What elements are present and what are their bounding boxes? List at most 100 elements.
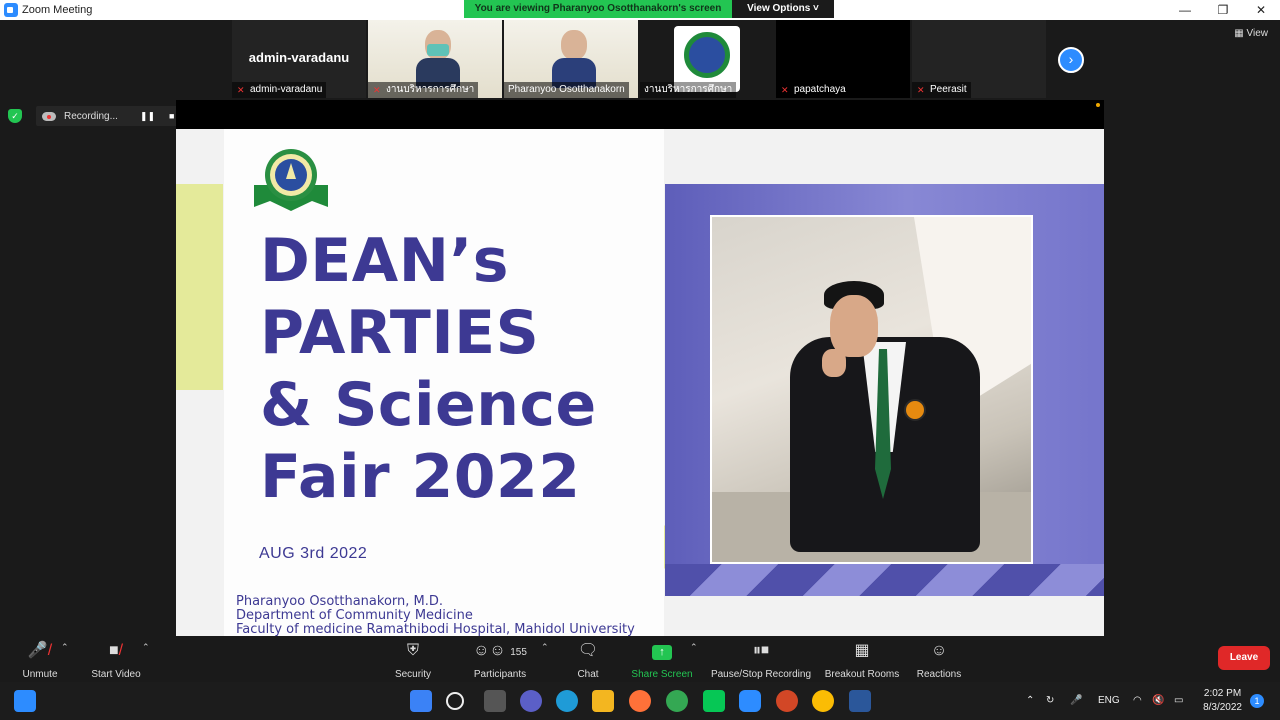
slide-heading-line: & Science bbox=[260, 370, 597, 440]
windows-start-icon[interactable] bbox=[410, 690, 432, 712]
audio-options-chevron-icon[interactable]: ⌃ bbox=[61, 642, 69, 653]
participant-tile[interactable]: ✕ Peerasit bbox=[912, 20, 1046, 98]
slide-accent-bar bbox=[176, 184, 223, 390]
chat-bubble-icon: 🗨 bbox=[577, 642, 599, 659]
stop-recording-button[interactable]: ■ bbox=[169, 111, 174, 121]
zoom-logo-icon bbox=[4, 3, 18, 17]
participant-name-label: Pharanyoo Osotthanakorn bbox=[504, 82, 629, 98]
share-indicator-dot bbox=[1096, 103, 1100, 107]
cloud-recording-icon bbox=[42, 111, 56, 121]
meeting-controls: 🎤/ Unmute ⌃ ■/ Start Video ⌃ ⛨ Security … bbox=[0, 636, 1280, 682]
chrome-profile-icon[interactable] bbox=[812, 690, 834, 712]
word-icon[interactable] bbox=[849, 690, 871, 712]
next-page-chevron-icon[interactable]: › bbox=[1058, 47, 1084, 73]
search-icon[interactable] bbox=[446, 692, 464, 710]
participants-button[interactable]: ☺☺ 155 Participants bbox=[460, 640, 540, 680]
taskbar-clock[interactable]: 2:02 PM 8/3/2022 bbox=[1203, 687, 1242, 715]
participant-name-label: ✕ งานบริหารการศึกษา bbox=[368, 82, 479, 98]
view-button[interactable]: ▦ View bbox=[1234, 28, 1268, 39]
wifi-icon[interactable]: ◠ bbox=[1133, 682, 1142, 720]
shared-slide: DEAN’s PARTIES & Science Fair 2022 AUG 3… bbox=[176, 129, 1104, 636]
recording-label: Recording... bbox=[64, 110, 118, 122]
firefox-icon[interactable] bbox=[629, 690, 651, 712]
teams-chat-icon[interactable] bbox=[520, 690, 542, 712]
viewing-message: You are viewing Pharanyoo Osotthanakorn'… bbox=[464, 0, 732, 18]
slide-heading-line: DEAN’s bbox=[260, 226, 509, 296]
participants-icon: ☺☺ 155 bbox=[473, 642, 527, 659]
participant-tile[interactable]: ✕ งานบริหารการศึกษา bbox=[368, 20, 502, 98]
notification-badge[interactable]: 1 bbox=[1250, 694, 1264, 708]
breakout-rooms-button[interactable]: ▦ Breakout Rooms bbox=[820, 640, 904, 680]
slide-heading-line: PARTIES bbox=[260, 298, 540, 368]
tray-app-icon[interactable]: ↻ bbox=[1046, 682, 1054, 720]
participant-tile[interactable]: งานบริหารการศึกษา bbox=[640, 20, 774, 98]
muted-mic-icon: ✕ bbox=[781, 85, 789, 95]
tray-chevron-icon[interactable]: ⌃ bbox=[1026, 682, 1034, 720]
recording-bar: ✓ Recording... ❚❚ ■ bbox=[8, 106, 181, 126]
line-app-icon[interactable] bbox=[703, 690, 725, 712]
participant-name-label: ✕ admin-varadanu bbox=[232, 82, 327, 98]
video-options-chevron-icon[interactable]: ⌃ bbox=[142, 642, 150, 653]
recording-indicator: Recording... ❚❚ ■ bbox=[36, 106, 181, 126]
close-button[interactable]: ✕ bbox=[1242, 0, 1280, 20]
zoom-taskbar-icon[interactable] bbox=[739, 690, 761, 712]
credit-line: Faculty of medicine Ramathibodi Hospital… bbox=[236, 622, 635, 637]
window-controls: — ❐ ✕ bbox=[1166, 0, 1280, 20]
file-explorer-icon[interactable] bbox=[592, 690, 614, 712]
participant-count: 155 bbox=[510, 647, 527, 658]
chrome-icon[interactable] bbox=[666, 690, 688, 712]
shared-screen-header bbox=[176, 100, 1104, 129]
participant-video bbox=[552, 30, 596, 90]
edge-browser-icon[interactable] bbox=[556, 690, 578, 712]
share-options-chevron-icon[interactable]: ⌃ bbox=[690, 642, 698, 653]
pause-recording-button[interactable]: ❚❚ bbox=[140, 111, 155, 122]
participant-tile[interactable]: ✕ papatchaya bbox=[776, 20, 910, 98]
slide-credits: Pharanyoo Osotthanakorn, M.D. Department… bbox=[236, 594, 635, 637]
slide-heading: DEAN’s PARTIES & Science Fair 2022 bbox=[260, 225, 597, 513]
smiley-plus-icon: ☺ bbox=[930, 642, 948, 659]
slide-date: AUG 3rd 2022 bbox=[259, 545, 368, 562]
windows-taskbar: ⌃ ↻ 🎤 ENG ◠ 🔇 ▭ 2:02 PM 8/3/2022 1 bbox=[0, 682, 1280, 720]
tray-microphone-icon[interactable]: 🎤 bbox=[1070, 682, 1082, 720]
restore-button[interactable]: ❐ bbox=[1204, 0, 1242, 20]
encryption-shield-icon[interactable]: ✓ bbox=[8, 109, 22, 123]
participant-big-name: admin-varadanu bbox=[248, 50, 350, 65]
credit-line: Pharanyoo Osotthanakorn, M.D. bbox=[236, 594, 444, 609]
task-view-icon[interactable] bbox=[14, 690, 36, 712]
slide-heading-line: Fair 2022 bbox=[260, 442, 581, 512]
faculty-logo-icon bbox=[254, 149, 328, 211]
panel-stripe bbox=[665, 564, 1104, 596]
window-title: Zoom Meeting bbox=[22, 4, 93, 16]
leave-button[interactable]: Leave bbox=[1218, 646, 1270, 670]
participant-video bbox=[416, 30, 460, 90]
participant-name-label: งานบริหารการศึกษา bbox=[640, 82, 737, 98]
clock-date: 8/3/2022 bbox=[1203, 702, 1242, 713]
pause-stop-icon: ⏸⏹ bbox=[752, 642, 769, 659]
grid-icon: ▦ bbox=[1234, 28, 1244, 39]
slide-photo-panel bbox=[665, 184, 1104, 596]
task-view-button-icon[interactable] bbox=[484, 690, 506, 712]
muted-mic-icon: ✕ bbox=[917, 85, 925, 95]
speaker-muted-icon[interactable]: 🔇 bbox=[1152, 682, 1164, 720]
breakout-grid-icon: ▦ bbox=[854, 642, 870, 659]
pause-stop-recording-button[interactable]: ⏸⏹ Pause/Stop Recording bbox=[705, 640, 817, 680]
participant-name-label: ✕ papatchaya bbox=[776, 82, 850, 98]
clock-time: 2:02 PM bbox=[1203, 688, 1242, 699]
reactions-button[interactable]: ☺ Reactions bbox=[899, 640, 979, 680]
credit-line: Department of Community Medicine bbox=[236, 608, 473, 623]
chat-button[interactable]: 🗨 Chat bbox=[548, 640, 628, 680]
participant-name-label: ✕ Peerasit bbox=[912, 82, 971, 98]
presenter-photo bbox=[710, 215, 1033, 564]
muted-mic-icon: ✕ bbox=[237, 85, 245, 95]
shield-icon: ⛨ bbox=[406, 642, 419, 659]
minimize-button[interactable]: — bbox=[1166, 0, 1204, 20]
powerpoint-icon[interactable] bbox=[776, 690, 798, 712]
participant-tile[interactable]: Pharanyoo Osotthanakorn bbox=[504, 20, 638, 98]
muted-mic-icon: ✕ bbox=[373, 85, 381, 95]
participant-tile[interactable]: admin-varadanu ✕ admin-varadanu bbox=[232, 20, 366, 98]
language-indicator[interactable]: ENG bbox=[1098, 682, 1120, 720]
viewing-banner: You are viewing Pharanyoo Osotthanakorn'… bbox=[464, 0, 834, 18]
view-options-button[interactable]: View Options ˅ bbox=[732, 0, 834, 18]
security-button[interactable]: ⛨ Security bbox=[373, 640, 453, 680]
battery-icon[interactable]: ▭ bbox=[1174, 682, 1183, 720]
